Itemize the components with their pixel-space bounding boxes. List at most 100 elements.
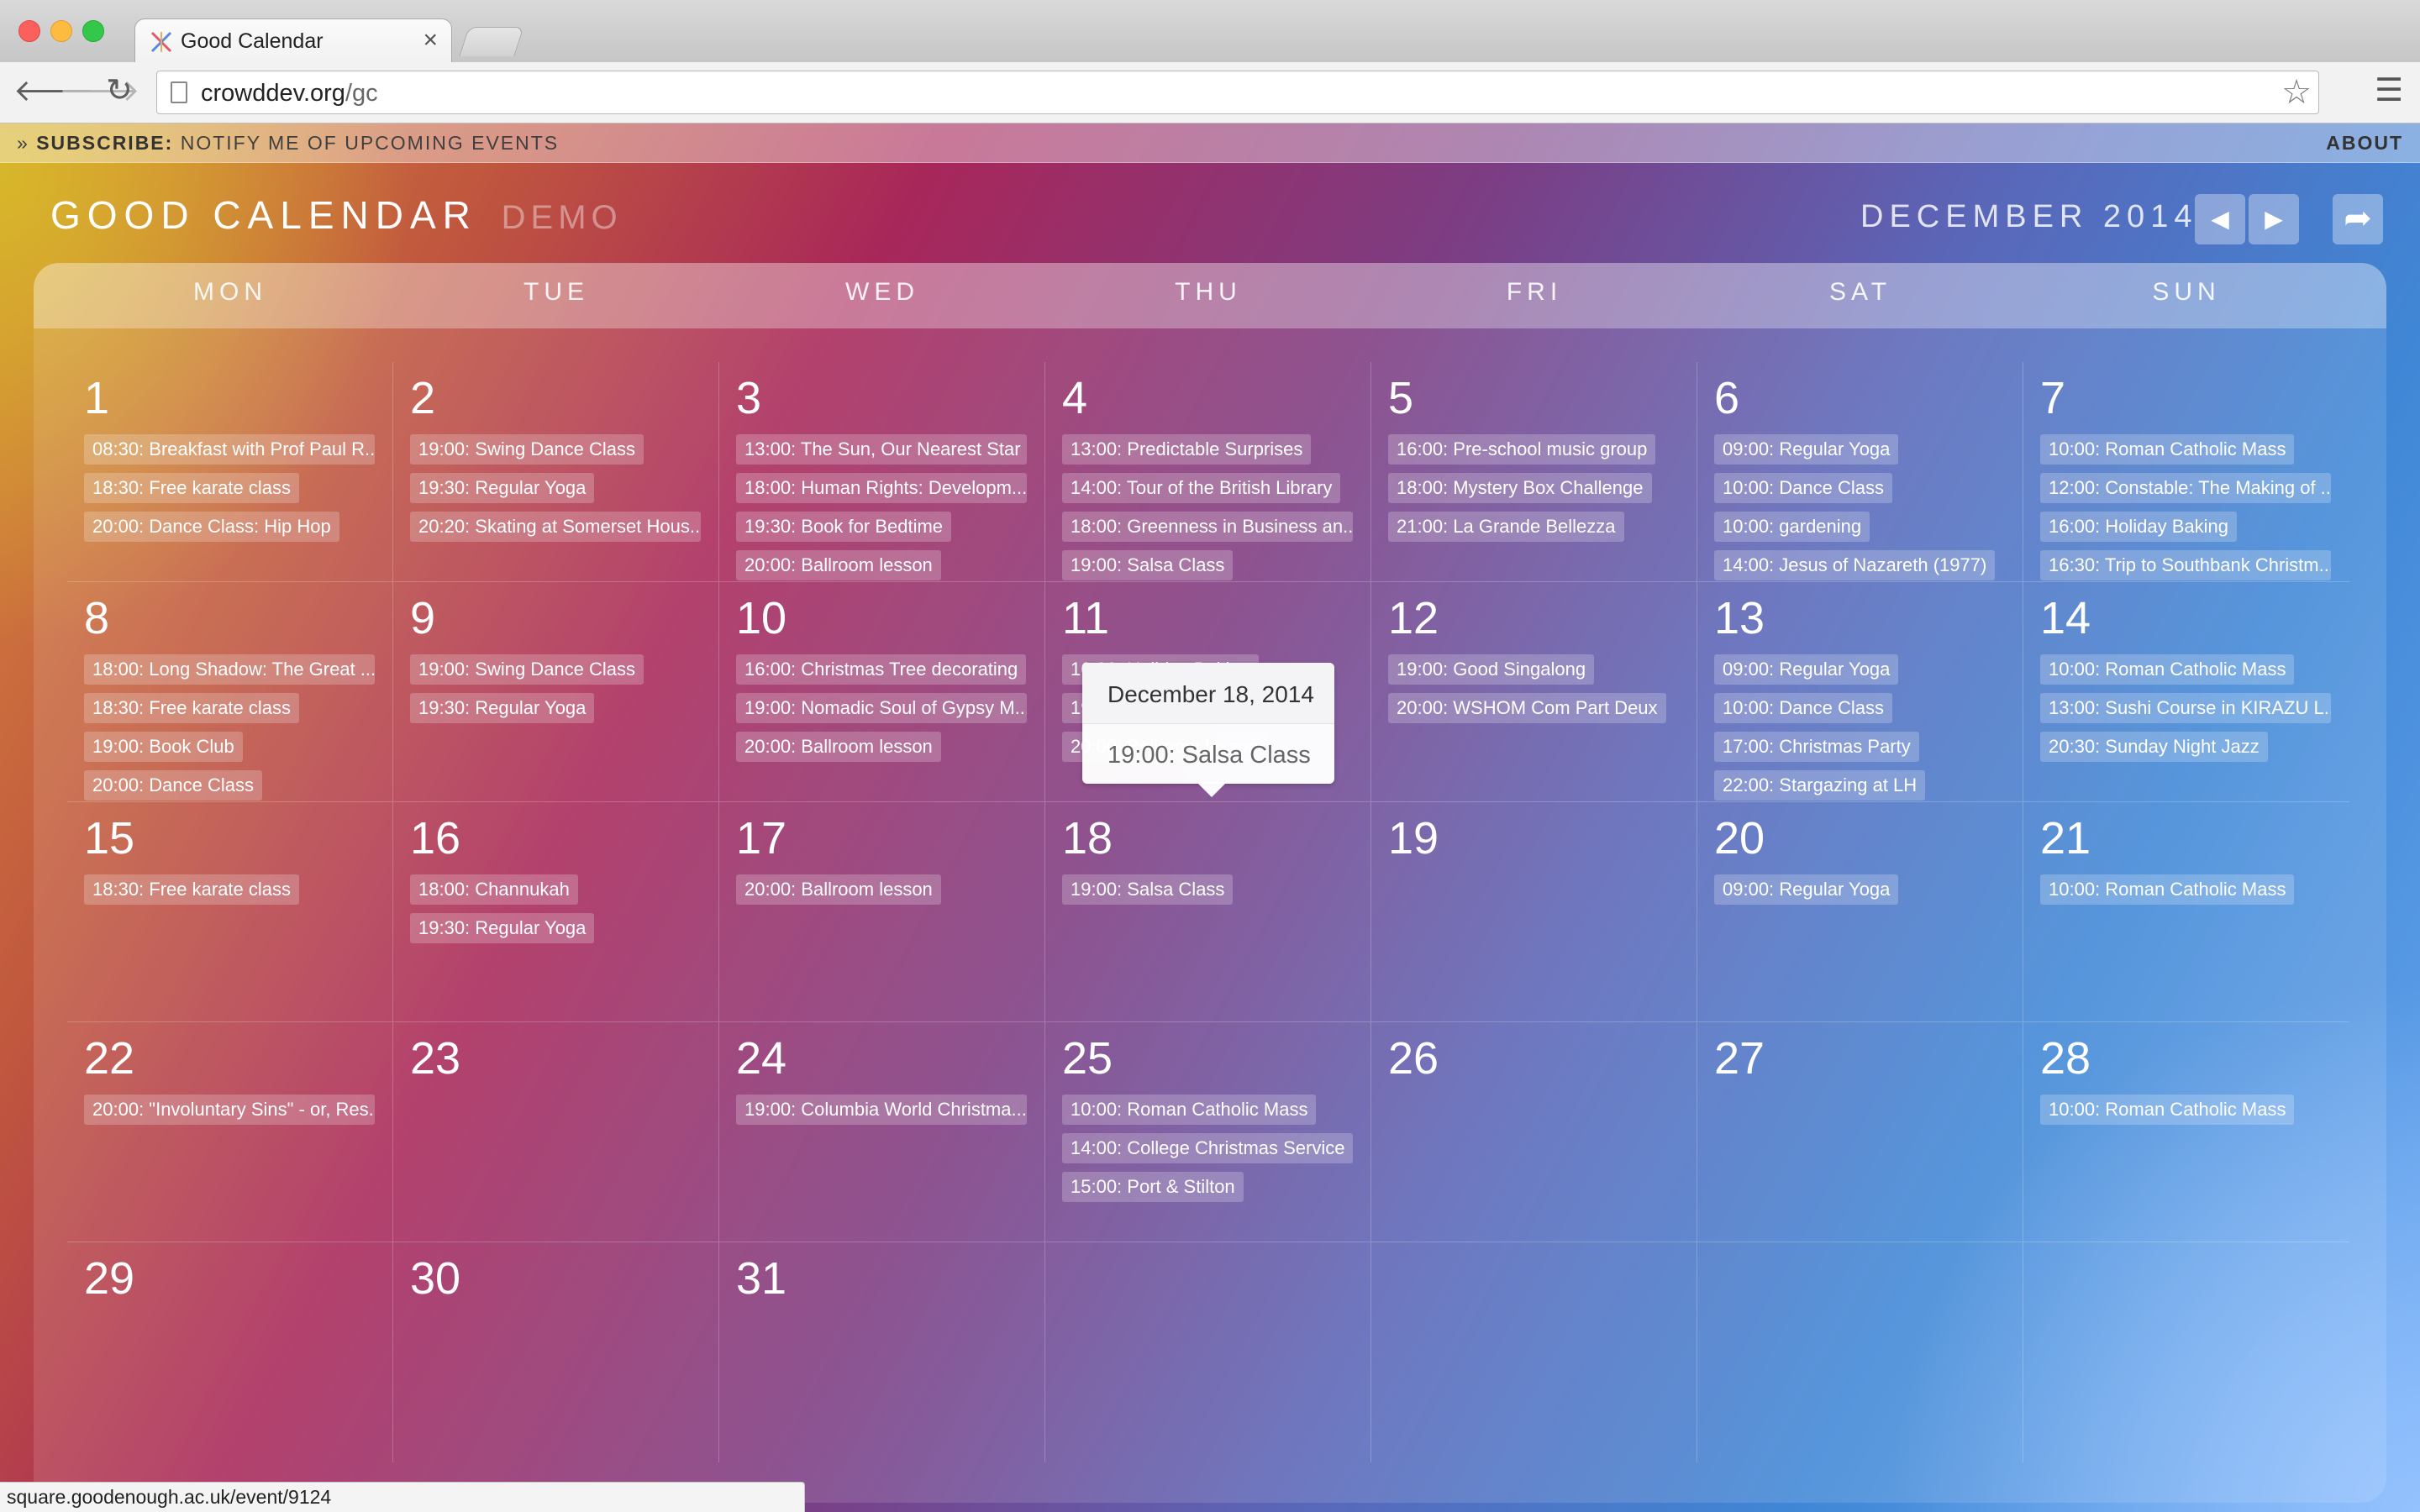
event-chip[interactable]: 21:00: La Grande Bellezza	[1388, 512, 1624, 542]
event-chip[interactable]: 14:00: College Christmas Service	[1062, 1133, 1353, 1163]
day-cell[interactable]: 28 10:00: Roman Catholic Mass	[2023, 1022, 2349, 1242]
day-cell[interactable]	[1371, 1242, 1697, 1462]
day-cell[interactable]: 9 19:00: Swing Dance Class 19:30: Regular …	[393, 582, 719, 802]
day-cell[interactable]: 10 16:00: Christmas Tree decorating 19:00:…	[719, 582, 1045, 802]
event-chip[interactable]: 19:00: Salsa Class	[1062, 874, 1234, 905]
event-chip[interactable]: 22:00: Stargazing at LH	[1714, 770, 1926, 801]
event-chip[interactable]: 19:00: Salsa Class	[1062, 550, 1234, 580]
reload-icon[interactable]: ↻	[106, 74, 133, 108]
event-chip[interactable]: 18:00: Greenness in Business an...	[1062, 512, 1353, 542]
event-chip[interactable]: 08:30: Breakfast with Prof Paul R...	[84, 434, 375, 465]
event-chip[interactable]: 18:30: Free karate class	[84, 874, 300, 905]
event-chip[interactable]: 19:30: Book for Bedtime	[736, 512, 952, 542]
event-chip[interactable]: 10:00: Roman Catholic Mass	[2040, 874, 2295, 905]
day-cell[interactable]: 5 16:00: Pre-school music group 18:00: Mys…	[1371, 362, 1697, 582]
day-cell[interactable]: 19	[1371, 802, 1697, 1022]
day-cell[interactable]: 4 13:00: Predictable Surprises 14:00: Tour…	[1045, 362, 1371, 582]
event-chip[interactable]: 20:00: Ballroom lesson	[736, 874, 941, 905]
day-cell[interactable]: 14 10:00: Roman Catholic Mass 13:00: Sushi…	[2023, 582, 2349, 802]
day-cell[interactable]: 24 19:00: Columbia World Christma...	[719, 1022, 1045, 1242]
event-chip[interactable]: 10:00: Roman Catholic Mass	[2040, 434, 2295, 465]
window-maximize-button[interactable]	[82, 20, 104, 42]
event-chip[interactable]: 18:00: Human Rights: Developm...	[736, 473, 1027, 503]
day-cell[interactable]: 30	[393, 1242, 719, 1462]
day-cell[interactable]: 16 18:00: Channukah 19:30: Regular Yoga	[393, 802, 719, 1022]
event-chip[interactable]: 17:00: Christmas Party	[1714, 732, 1919, 762]
day-cell[interactable]: 7 10:00: Roman Catholic Mass 12:00: Consta…	[2023, 362, 2349, 582]
event-chip[interactable]: 18:00: Long Shadow: The Great ...	[84, 654, 375, 685]
event-chip[interactable]: 10:00: Roman Catholic Mass	[2040, 654, 2295, 685]
day-cell[interactable]: 13 09:00: Regular Yoga 10:00: Dance Class 1…	[1697, 582, 2023, 802]
day-cell[interactable]	[1045, 1242, 1371, 1462]
about-link[interactable]: ABOUT	[2326, 132, 2403, 155]
event-chip[interactable]: 15:00: Port & Stilton	[1062, 1172, 1244, 1202]
event-chip[interactable]: 19:00: Book Club	[84, 732, 243, 762]
day-cell[interactable]: 3 13:00: The Sun, Our Nearest Star 18:00: …	[719, 362, 1045, 582]
address-bar[interactable]: crowddev.org/gc ☆	[156, 71, 2319, 114]
event-chip[interactable]: 10:00: Dance Class	[1714, 693, 1892, 723]
day-cell[interactable]: 15 18:30: Free karate class	[67, 802, 393, 1022]
event-chip[interactable]: 19:00: Nomadic Soul of Gypsy M...	[736, 693, 1027, 723]
event-chip[interactable]: 16:00: Holiday Baking	[2040, 512, 2238, 542]
day-cell[interactable]: 27	[1697, 1022, 2023, 1242]
share-button[interactable]: ➦	[2333, 194, 2383, 244]
event-chip[interactable]: 09:00: Regular Yoga	[1714, 874, 1899, 905]
event-chip[interactable]: 09:00: Regular Yoga	[1714, 654, 1899, 685]
window-close-button[interactable]	[18, 20, 40, 42]
event-chip[interactable]: 19:00: Good Singalong	[1388, 654, 1595, 685]
event-chip[interactable]: 20:00: Ballroom lesson	[736, 732, 941, 762]
day-cell[interactable]: 12 19:00: Good Singalong 20:00: WSHOM Com …	[1371, 582, 1697, 802]
day-cell[interactable]	[2023, 1242, 2349, 1462]
event-chip[interactable]: 14:00: Jesus of Nazareth (1977)	[1714, 550, 1996, 580]
event-chip[interactable]: 16:30: Trip to Southbank Christm...	[2040, 550, 2331, 580]
day-cell[interactable]: 6 09:00: Regular Yoga 10:00: Dance Class 10…	[1697, 362, 2023, 582]
event-chip[interactable]: 13:00: Sushi Course in KIRAZU L...	[2040, 693, 2331, 723]
day-cell[interactable]: 17 20:00: Ballroom lesson	[719, 802, 1045, 1022]
bookmark-star-icon[interactable]: ☆	[2281, 73, 2312, 112]
event-chip[interactable]: 19:00: Swing Dance Class	[410, 434, 644, 465]
hamburger-menu-icon[interactable]: ☰	[2375, 74, 2403, 108]
browser-tab[interactable]: Good Calendar ×	[134, 18, 452, 63]
event-chip[interactable]: 18:30: Free karate class	[84, 473, 300, 503]
event-chip[interactable]: 19:30: Regular Yoga	[410, 913, 595, 943]
popover-event[interactable]: 19:00: Salsa Class	[1107, 742, 1311, 769]
event-chip[interactable]: 18:00: Mystery Box Challenge	[1388, 473, 1652, 503]
event-chip[interactable]: 19:30: Regular Yoga	[410, 473, 595, 503]
event-chip[interactable]: 19:30: Regular Yoga	[410, 693, 595, 723]
day-cell[interactable]: 21 10:00: Roman Catholic Mass	[2023, 802, 2349, 1022]
event-chip[interactable]: 20:00: "Involuntary Sins" - or, Res...	[84, 1095, 375, 1125]
event-chip[interactable]: 10:00: gardening	[1714, 512, 1870, 542]
day-cell[interactable]: 20 09:00: Regular Yoga	[1697, 802, 2023, 1022]
day-cell[interactable]: 29	[67, 1242, 393, 1462]
event-chip[interactable]: 09:00: Regular Yoga	[1714, 434, 1899, 465]
event-chip[interactable]: 10:00: Roman Catholic Mass	[1062, 1095, 1317, 1125]
event-chip[interactable]: 14:00: Tour of the British Library	[1062, 473, 1341, 503]
next-month-button[interactable]: ▶	[2249, 194, 2299, 244]
event-chip[interactable]: 10:00: Roman Catholic Mass	[2040, 1095, 2295, 1125]
window-minimize-button[interactable]	[50, 20, 72, 42]
event-chip[interactable]: 20:00: Dance Class	[84, 770, 262, 801]
event-chip[interactable]: 18:30: Free karate class	[84, 693, 300, 723]
event-chip[interactable]: 19:00: Columbia World Christma...	[736, 1095, 1027, 1125]
event-chip[interactable]: 18:00: Channukah	[410, 874, 578, 905]
day-cell[interactable]: 1 08:30: Breakfast with Prof Paul R... 18:…	[67, 362, 393, 582]
event-chip[interactable]: 20:00: WSHOM Com Part Deux	[1388, 693, 1666, 723]
event-chip[interactable]: 19:00: Swing Dance Class	[410, 654, 644, 685]
event-chip[interactable]: 12:00: Constable: The Making of ...	[2040, 473, 2331, 503]
day-cell[interactable]	[1697, 1242, 2023, 1462]
day-cell[interactable]: 23	[393, 1022, 719, 1242]
new-tab-button[interactable]	[459, 27, 524, 56]
url-text[interactable]: crowddev.org/gc	[201, 80, 378, 108]
day-cell[interactable]: 8 18:00: Long Shadow: The Great ... 18:30:…	[67, 582, 393, 802]
event-chip[interactable]: 13:00: The Sun, Our Nearest Star	[736, 434, 1027, 465]
previous-month-button[interactable]: ◀	[2195, 194, 2245, 244]
event-chip[interactable]: 16:00: Christmas Tree decorating	[736, 654, 1027, 685]
day-cell[interactable]: 31	[719, 1242, 1045, 1462]
day-cell[interactable]: 2 19:00: Swing Dance Class 19:30: Regular …	[393, 362, 719, 582]
day-cell[interactable]: 26	[1371, 1022, 1697, 1242]
event-chip[interactable]: 10:00: Dance Class	[1714, 473, 1892, 503]
event-chip[interactable]: 20:00: Ballroom lesson	[736, 550, 941, 580]
day-cell[interactable]: 22 20:00: "Involuntary Sins" - or, Res...	[67, 1022, 393, 1242]
event-chip[interactable]: 20:20: Skating at Somerset Hous...	[410, 512, 701, 542]
event-chip[interactable]: 20:00: Dance Class: Hip Hop	[84, 512, 339, 542]
